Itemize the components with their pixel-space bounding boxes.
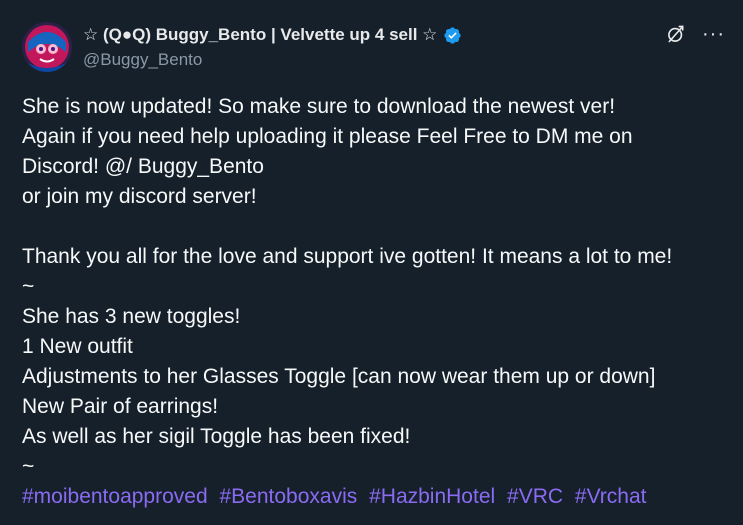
- hashtag-link[interactable]: #HazbinHotel: [369, 485, 495, 508]
- tweet-line: As well as her sigil Toggle has been fix…: [22, 425, 411, 448]
- tweet-line: Discord! @/ Buggy_Bento: [22, 155, 264, 178]
- avatar-image: [22, 22, 72, 72]
- hashtag-link[interactable]: #moibentoapproved: [22, 485, 208, 508]
- author-name-row[interactable]: ☆ (Q●Q) Buggy_Bento | Velvette up 4 sell…: [83, 25, 462, 45]
- tweet-line: 1 New outfit: [22, 335, 133, 358]
- grok-icon[interactable]: [666, 24, 686, 44]
- tweet-line: She is now updated! So make sure to down…: [22, 95, 616, 118]
- tweet-line: Again if you need help uploading it plea…: [22, 125, 633, 148]
- more-options-icon[interactable]: ···: [702, 24, 725, 44]
- hashtag-link[interactable]: #Vrchat: [575, 485, 647, 508]
- tweet-line: New Pair of earrings!: [22, 395, 219, 418]
- tweet-line: or join my discord server!: [22, 185, 257, 208]
- hashtag-row: #moibentoapproved #Bentoboxavis #HazbinH…: [22, 482, 732, 512]
- tweet-line: ~: [22, 275, 35, 298]
- verified-badge-icon: [444, 26, 462, 44]
- tweet-body: She is now updated! So make sure to down…: [22, 92, 732, 512]
- avatar[interactable]: [22, 22, 72, 72]
- hashtag-link[interactable]: #Bentoboxavis: [219, 485, 357, 508]
- tweet-card: ☆ (Q●Q) Buggy_Bento | Velvette up 4 sell…: [0, 0, 743, 525]
- tweet-top-actions: ···: [666, 24, 725, 44]
- tweet-line: ~: [22, 455, 35, 478]
- author-display-name[interactable]: ☆ (Q●Q) Buggy_Bento | Velvette up 4 sell…: [83, 25, 437, 45]
- tweet-line: She has 3 new toggles!: [22, 305, 241, 328]
- tweet-line: Adjustments to her Glasses Toggle [can n…: [22, 365, 656, 388]
- tweet-line: Thank you all for the love and support i…: [22, 245, 673, 268]
- author-handle[interactable]: @Buggy_Bento: [83, 50, 202, 70]
- hashtag-link[interactable]: #VRC: [507, 485, 563, 508]
